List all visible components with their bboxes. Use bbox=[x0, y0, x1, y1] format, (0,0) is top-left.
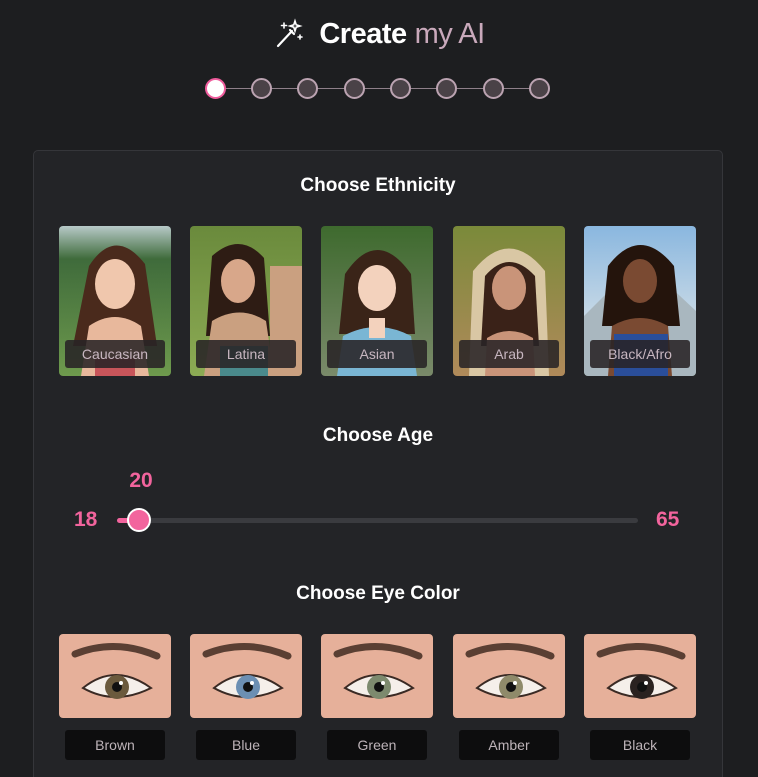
age-max-value: 65 bbox=[656, 508, 680, 531]
eye-color-card-amber[interactable] bbox=[453, 634, 565, 718]
ethnicity-card-caucasian[interactable]: Caucasian bbox=[59, 226, 171, 376]
ethnicity-card-arab[interactable]: Arab bbox=[453, 226, 565, 376]
eye-color-label[interactable]: Amber bbox=[459, 730, 559, 760]
creation-panel: Choose Ethnicity Caucasian Latina Asian … bbox=[33, 150, 723, 777]
progress-stepper bbox=[205, 78, 551, 100]
eye-color-label[interactable]: Brown bbox=[65, 730, 165, 760]
eye-photo bbox=[584, 634, 696, 718]
ethnicity-title: Choose Ethnicity bbox=[300, 175, 456, 196]
ethnicity-label: Caucasian bbox=[65, 340, 165, 368]
magic-wand-icon bbox=[273, 18, 305, 50]
eye-color-label[interactable]: Blue bbox=[196, 730, 296, 760]
ethnicity-label: Arab bbox=[459, 340, 559, 368]
eye-photo bbox=[453, 634, 565, 718]
step-7[interactable] bbox=[483, 78, 504, 99]
eye-color-card-green[interactable] bbox=[321, 634, 433, 718]
eye-photo bbox=[190, 634, 302, 718]
eye-photo bbox=[59, 634, 171, 718]
ethnicity-label: Latina bbox=[196, 340, 296, 368]
page-title: Create my AI bbox=[319, 17, 486, 51]
eye-color-title: Choose Eye Color bbox=[296, 583, 460, 604]
age-min-value: 18 bbox=[74, 508, 98, 531]
ethnicity-card-black-afro[interactable]: Black/Afro bbox=[584, 226, 696, 376]
step-8[interactable] bbox=[529, 78, 550, 99]
create-ai-page: Createmy AI Choose Ethnicity Caucasian bbox=[0, 0, 758, 777]
eye-color-label[interactable]: Green bbox=[327, 730, 427, 760]
step-1[interactable] bbox=[205, 78, 226, 99]
step-2[interactable] bbox=[251, 78, 272, 99]
eye-color-label[interactable]: Black bbox=[590, 730, 690, 760]
step-3[interactable] bbox=[297, 78, 318, 99]
eye-color-card-blue[interactable] bbox=[190, 634, 302, 718]
age-current-value: 20 bbox=[129, 469, 153, 492]
title-accent: my AI bbox=[414, 17, 486, 50]
age-slider-thumb[interactable] bbox=[127, 508, 152, 532]
ethnicity-card-asian[interactable]: Asian bbox=[321, 226, 433, 376]
step-6[interactable] bbox=[436, 78, 457, 99]
step-5[interactable] bbox=[390, 78, 411, 99]
eye-photo bbox=[321, 634, 433, 718]
title-main: Create bbox=[319, 17, 407, 50]
age-slider-track[interactable] bbox=[117, 518, 638, 523]
eye-color-card-brown[interactable] bbox=[59, 634, 171, 718]
ethnicity-label: Asian bbox=[327, 340, 427, 368]
eye-color-card-black[interactable] bbox=[584, 634, 696, 718]
ethnicity-card-latina[interactable]: Latina bbox=[190, 226, 302, 376]
page-header: Create my AI bbox=[0, 14, 758, 54]
age-title: Choose Age bbox=[322, 425, 434, 446]
ethnicity-label: Black/Afro bbox=[590, 340, 690, 368]
step-4[interactable] bbox=[344, 78, 365, 99]
